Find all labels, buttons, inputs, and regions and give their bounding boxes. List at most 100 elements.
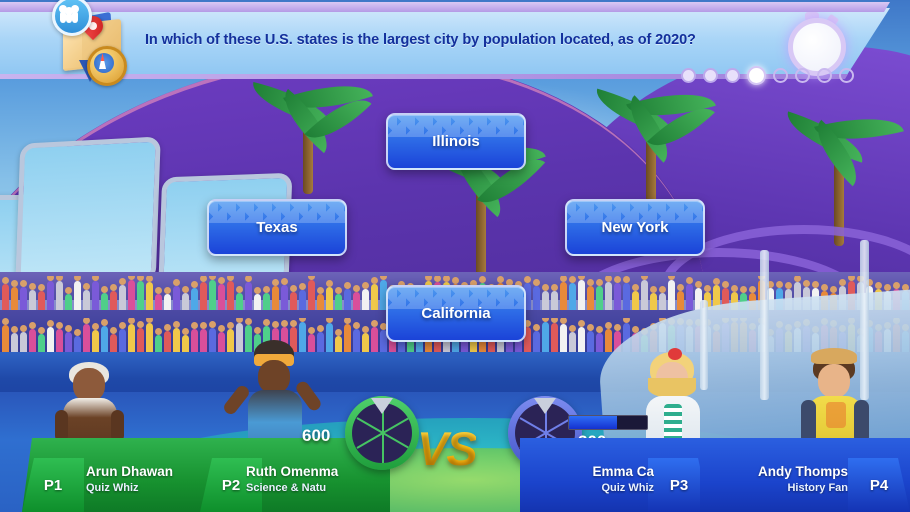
player-panel-p1[interactable]: P1 Arun Dhawan Quiz Whiz [22,438,220,512]
crowd-person [272,286,279,310]
crowd-person-head [308,276,315,280]
crowd-person [326,287,333,310]
crowd-person-head [74,276,81,281]
crowd-person-head [335,287,342,294]
crowd-person [344,324,351,352]
crowd-person-head [740,286,747,293]
crowd-person [74,336,81,352]
crowd-person-head [38,327,45,334]
crowd-person [578,280,585,310]
crowd-person [281,285,288,310]
crowd-person [155,335,162,352]
crowd-person-head [614,324,621,331]
crowd-person-head [326,318,333,323]
crowd-person-head [380,276,387,280]
crowd-person-head [119,278,126,285]
crowd-person-head [200,322,207,329]
crowd-person [569,332,576,352]
score-wheel-p2 [345,396,419,470]
crowd-person-head [344,318,351,324]
crowd-person-head [11,326,18,333]
crowd-person-head [29,283,36,290]
player-panel-p4[interactable]: P4 Andy Thomps History Fan [700,438,910,512]
crowd-person-head [677,284,684,291]
crowd-person-head [281,320,288,327]
crowd-person [83,324,90,352]
crowd-person-head [137,276,144,281]
crowd-person [191,288,198,310]
crowd-person-head [20,280,27,287]
crowd-person-head [668,276,675,280]
answer-button-illinois[interactable]: Illinois [386,113,526,170]
crowd-person-head [47,276,54,281]
crowd-person [227,281,234,310]
crowd-person-head [83,318,90,324]
player-panel-p3[interactable]: P3 Emma Ca Quiz Whiz [520,438,710,512]
crowd-person-head [560,276,567,282]
crowd-person-head [623,276,630,283]
crowd-person [164,331,171,352]
crowd-person-head [542,284,549,291]
crowd-person-head [596,279,603,286]
crowd-person [308,280,315,310]
crowd-person [110,291,117,310]
crowd-person-head [362,282,369,289]
crowd-person-head [650,286,657,293]
crowd-person-head [245,276,252,282]
progress-dot [773,68,788,83]
crowd-person-head [569,276,576,283]
crowd-person-head [551,284,558,291]
crowd-person-head [578,320,585,327]
crowd-person-head [794,276,801,282]
crowd-person-head [101,319,108,326]
crowd-person-head [164,287,171,294]
answer-button-new-york[interactable]: New York [565,199,705,256]
banner-top-edge [0,2,890,12]
crowd-person [650,293,657,310]
crowd-person [542,291,549,310]
progress-dot [817,68,832,83]
crowd-person [29,329,36,352]
crowd-person [335,336,342,352]
player-name-p1: Arun Dhawan [86,464,218,479]
crowd-person-head [344,282,351,289]
crowd-person-head [371,277,378,284]
answer-label: California [421,305,490,322]
crowd-person-head [623,318,630,323]
crowd-person-head [173,279,180,286]
crowd-person-head [47,320,54,327]
crowd-person-head [272,321,279,328]
score-bar-p3 [568,415,648,430]
crowd-person [137,328,144,352]
crowd-person-head [749,286,756,293]
crowd-person [137,281,144,310]
player-title-p4: History Fan [730,482,848,494]
crowd-person [551,291,558,310]
crowd-person [614,283,621,310]
progress-dot [681,68,696,83]
crowd-person-head [713,278,720,285]
crowd-person-head [317,287,324,294]
answer-label: Illinois [432,133,480,150]
answer-button-california[interactable]: California [386,285,526,342]
crowd-person-head [164,324,171,331]
crowd-person-head [155,287,162,294]
crowd-person-head [722,281,729,288]
crowd-person-head [227,276,234,281]
crowd-person [218,332,225,352]
crowd-person-head [263,319,270,326]
crowd-person [551,323,558,352]
crowd-person [632,291,639,310]
arena-window [15,136,161,288]
crowd-person [326,323,333,352]
crowd-person-head [353,285,360,292]
answer-button-texas[interactable]: Texas [207,199,347,256]
crowd-person [353,329,360,352]
crowd-person [353,292,360,310]
crowd-person-head [533,279,540,286]
crowd-person-head [236,286,243,293]
vs-label: VS [417,421,476,476]
crowd-person-head [191,281,198,288]
crowd-person [605,282,612,310]
crowd-person [254,294,261,310]
